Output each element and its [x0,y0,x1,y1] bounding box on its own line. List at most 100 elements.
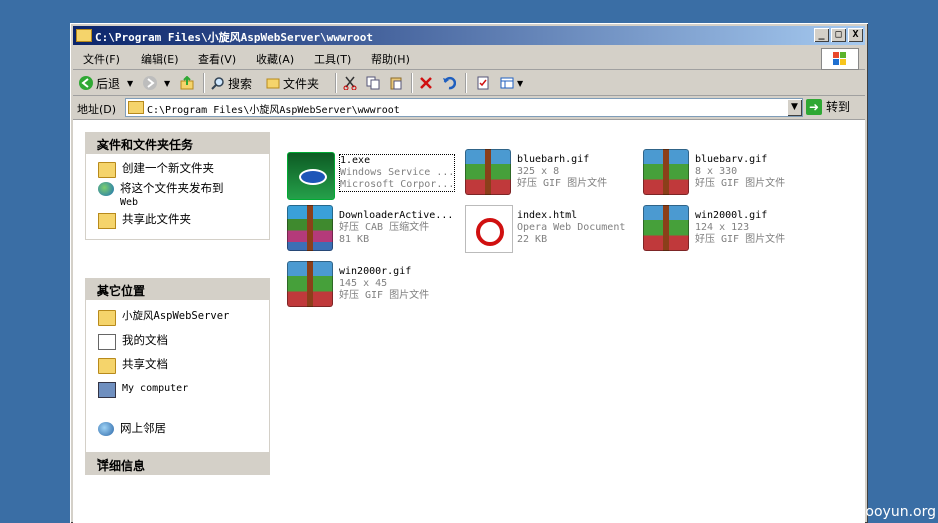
views-button[interactable]: ▼ [500,74,523,92]
content-area: 文件和文件夹任务 ︽ 创建一个新文件夹 将这个文件夹发布到 Web 共享此文件夹… [73,120,865,523]
back-label: 后退 [96,76,121,91]
file-item[interactable]: DownloaderActive... 好压 CAB 压缩文件 81 KB [287,205,462,255]
up-button[interactable] [180,74,194,92]
address-label: 地址(D) [77,103,117,116]
task-publish-web[interactable]: 将这个文件夹发布到 Web [86,180,269,211]
folders-label: 文件夹 [283,76,320,91]
menu-file[interactable]: 文件(F) [83,51,120,67]
menu-edit[interactable]: 编辑(E) [141,51,179,67]
places-panel-header[interactable]: 其它位置 ︽ [85,278,270,300]
close-button[interactable]: X [848,28,863,42]
go-button[interactable]: ➜ 转到 [806,98,850,115]
file-size: 81 KB [339,234,370,245]
paste-icon [389,76,403,90]
dropdown-arrow-icon: ▼ [127,78,134,88]
minimize-button[interactable]: _ [814,28,829,42]
place-item-server-folder[interactable]: 小旋风AspWebServer [86,308,269,328]
search-button[interactable]: 搜索 [211,74,252,92]
cab-archive-icon [287,205,333,251]
paste-button[interactable] [389,74,403,92]
cut-button[interactable] [343,74,357,92]
file-item[interactable]: bluebarh.gif 325 x 8 好压 GIF 图片文件 [465,149,640,199]
window-title: C:\Program Files\小旋风AspWebServer\wwwroot [95,31,374,44]
go-arrow-icon: ➜ [806,98,822,115]
file-name: win2000r.gif [339,266,412,277]
file-name: index.html [517,210,578,221]
details-panel-header[interactable]: 详细信息 ︾ [85,453,270,475]
file-type: 好压 GIF 图片文件 [695,178,786,189]
share-folder-icon [98,213,116,229]
folder-icon [128,101,144,114]
address-dropdown-button[interactable]: ▼ [787,99,802,116]
archive-file-icon [643,205,689,251]
copy-button[interactable] [366,74,380,92]
collapse-chevron-icon[interactable]: ︽ [97,135,260,151]
network-icon [98,422,114,436]
properties-button[interactable] [476,74,490,92]
file-name: win2000l.gif [695,210,768,221]
menu-favorites[interactable]: 收藏(A) [256,51,294,67]
search-label: 搜索 [228,76,253,91]
place-item-shared-documents[interactable]: 共享文档 [86,356,269,376]
opera-document-icon [465,205,513,253]
toolbar-separator [203,73,205,93]
expand-chevron-icon[interactable]: ︾ [97,456,260,472]
delete-x-icon [419,76,433,90]
file-type: 好压 GIF 图片文件 [695,234,786,245]
tasks-panel-header[interactable]: 文件和文件夹任务 ︽ [85,132,270,154]
watermark: www.wooyun.org [816,504,936,520]
folder-icon [98,358,116,374]
file-item[interactable]: win2000l.gif 124 x 123 好压 GIF 图片文件 [643,205,818,255]
address-bar: 地址(D) C:\Program Files\小旋风AspWebServer\w… [73,96,865,120]
file-item[interactable]: win2000r.gif 145 x 45 好压 GIF 图片文件 [287,261,462,311]
folders-button[interactable]: 文件夹 [266,74,319,92]
undo-button[interactable] [442,74,457,92]
file-company: Microsoft Corpor... [340,179,455,190]
toolbar-separator [411,73,413,93]
toolbar: 后退 ▼ ▼ 搜索 文件夹 ▼ [73,70,865,96]
scissors-icon [343,76,357,91]
file-item[interactable]: index.html Opera Web Document 22 KB [465,205,640,255]
file-type: 好压 GIF 图片文件 [339,290,430,301]
menu-bar: 文件(F) 编辑(E) 查看(V) 收藏(A) 工具(T) 帮助(H) [73,47,865,70]
place-label: 小旋风AspWebServer [122,310,230,322]
file-name: bluebarh.gif [517,154,590,165]
back-button[interactable]: 后退 ▼ [79,74,133,92]
windows-logo-icon [821,48,859,70]
forward-button[interactable]: ▼ [143,74,170,92]
menu-help[interactable]: 帮助(H) [371,51,410,67]
address-path: C:\Program Files\小旋风AspWebServer\wwwroot [147,105,400,116]
archive-file-icon [465,149,511,195]
file-type: 好压 GIF 图片文件 [517,178,608,189]
tasks-panel: 文件和文件夹任务 ︽ 创建一个新文件夹 将这个文件夹发布到 Web 共享此文件夹 [85,132,270,240]
task-label: 创建一个新文件夹 [122,161,214,175]
place-item-network[interactable]: 网上邻居 [86,420,269,438]
details-panel: 详细信息 ︾ [85,453,270,475]
place-item-my-documents[interactable]: 我的文档 [86,332,269,352]
place-item-my-computer[interactable]: My computer [86,380,269,400]
title-bar[interactable]: C:\Program Files\小旋风AspWebServer\wwwroot… [73,26,865,45]
collapse-chevron-icon[interactable]: ︽ [97,281,260,297]
menu-view[interactable]: 查看(V) [198,51,236,67]
places-panel: 其它位置 ︽ 小旋风AspWebServer 我的文档 共享文档 My comp… [85,278,270,453]
exe-file-icon [287,152,335,200]
task-new-folder[interactable]: 创建一个新文件夹 [86,160,269,180]
file-dimensions: 325 x 8 [517,166,560,177]
globe-icon [98,182,114,196]
address-input[interactable]: C:\Program Files\小旋风AspWebServer\wwwroot… [125,98,803,117]
delete-button[interactable] [419,74,433,92]
dropdown-arrow-icon: ▼ [164,78,171,88]
archive-file-icon [287,261,333,307]
file-dimensions: 124 x 123 [695,222,750,233]
menu-tools[interactable]: 工具(T) [314,51,351,67]
file-description: Windows Service ... [340,167,455,178]
task-label: 将这个文件夹发布到 [120,181,224,195]
new-folder-icon [98,162,116,178]
file-item[interactable]: 1.exe Windows Service ... Microsoft Corp… [287,152,462,202]
archive-file-icon [643,149,689,195]
task-label: 共享此文件夹 [122,212,191,226]
maximize-button[interactable]: □ [831,28,846,42]
task-share-folder[interactable]: 共享此文件夹 [86,211,269,231]
properties-icon [476,76,490,90]
file-item[interactable]: bluebarv.gif 8 x 330 好压 GIF 图片文件 [643,149,818,199]
